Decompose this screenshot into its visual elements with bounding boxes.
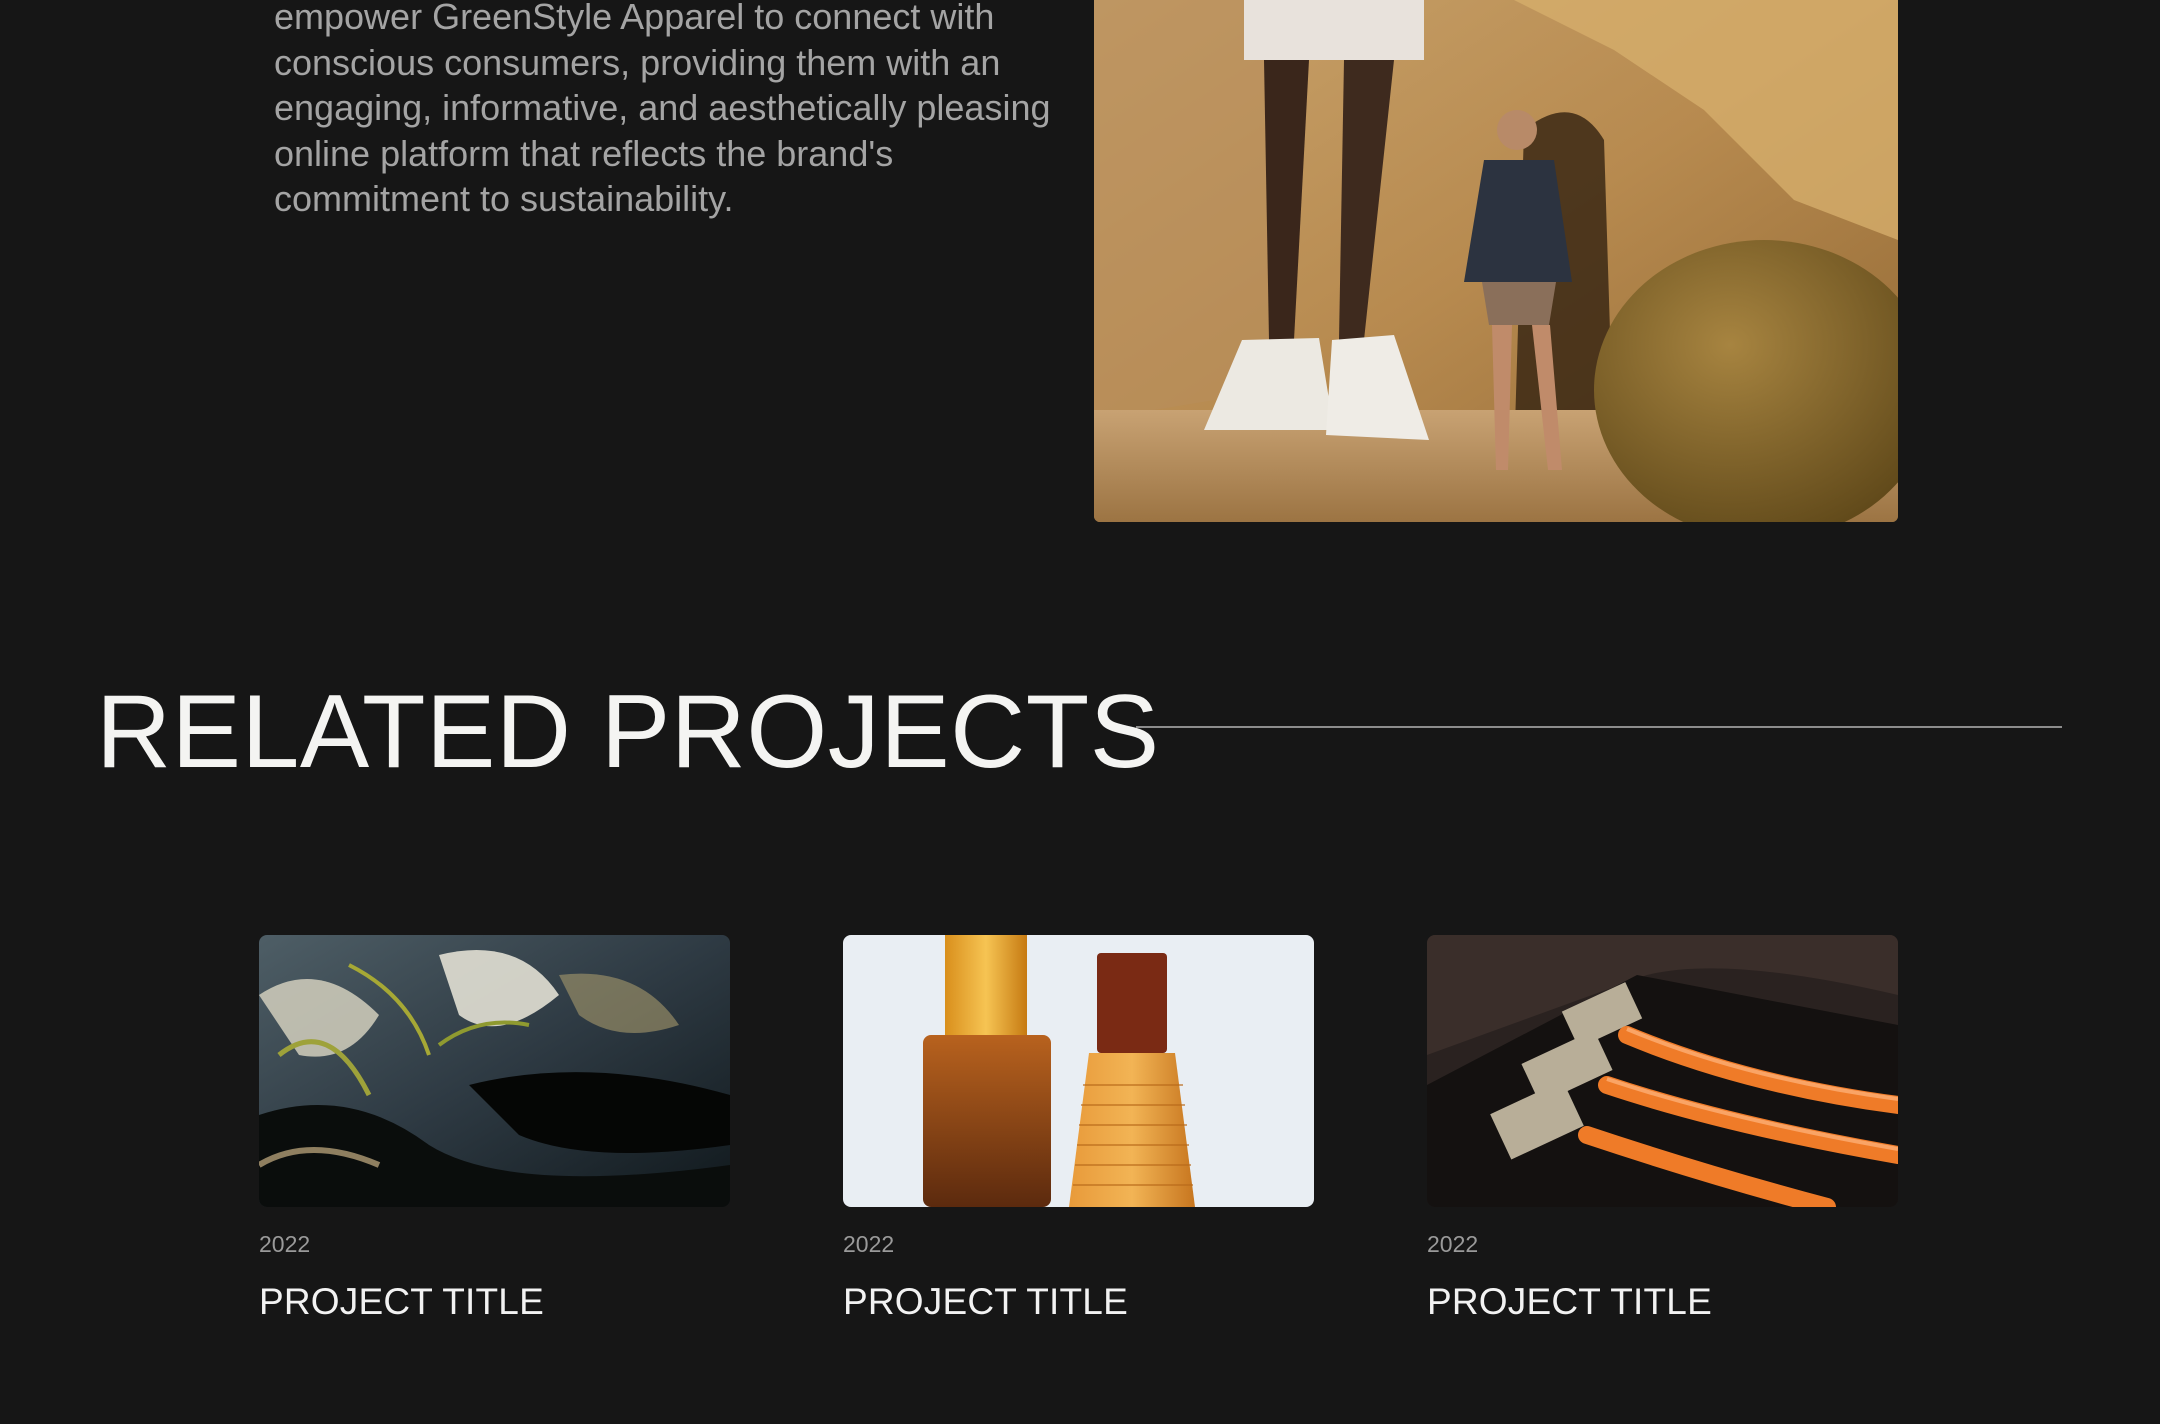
heading-divider — [1136, 726, 2062, 728]
project-year: 2022 — [843, 1231, 895, 1257]
project-thumbnail-liquid-flowers[interactable] — [259, 935, 730, 1207]
project-year: 2022 — [1427, 1231, 1479, 1257]
project-title[interactable]: PROJECT TITLE — [259, 1280, 730, 1324]
project-thumbnail-amber-bottles[interactable] — [843, 935, 1314, 1207]
project-year: 2022 — [259, 1231, 311, 1257]
intro-paragraph: empower GreenStyle Apparel to connect wi… — [274, 0, 1051, 219]
project-title[interactable]: PROJECT TITLE — [843, 1280, 1314, 1324]
project-card[interactable]: 2022 PROJECT TITLE — [1427, 935, 1898, 1324]
project-detail-page: empower GreenStyle Apparel to connect wi… — [0, 0, 2160, 1424]
related-projects-heading: RELATED PROJECTS — [96, 674, 1160, 790]
project-title[interactable]: PROJECT TITLE — [1427, 1280, 1898, 1324]
project-card[interactable]: 2022 PROJECT TITLE — [843, 935, 1314, 1324]
hero-photo-desert-models — [1094, 0, 1898, 522]
project-card[interactable]: 2022 PROJECT TITLE — [259, 935, 730, 1324]
project-thumbnail-orange-cables[interactable] — [1427, 935, 1898, 1207]
